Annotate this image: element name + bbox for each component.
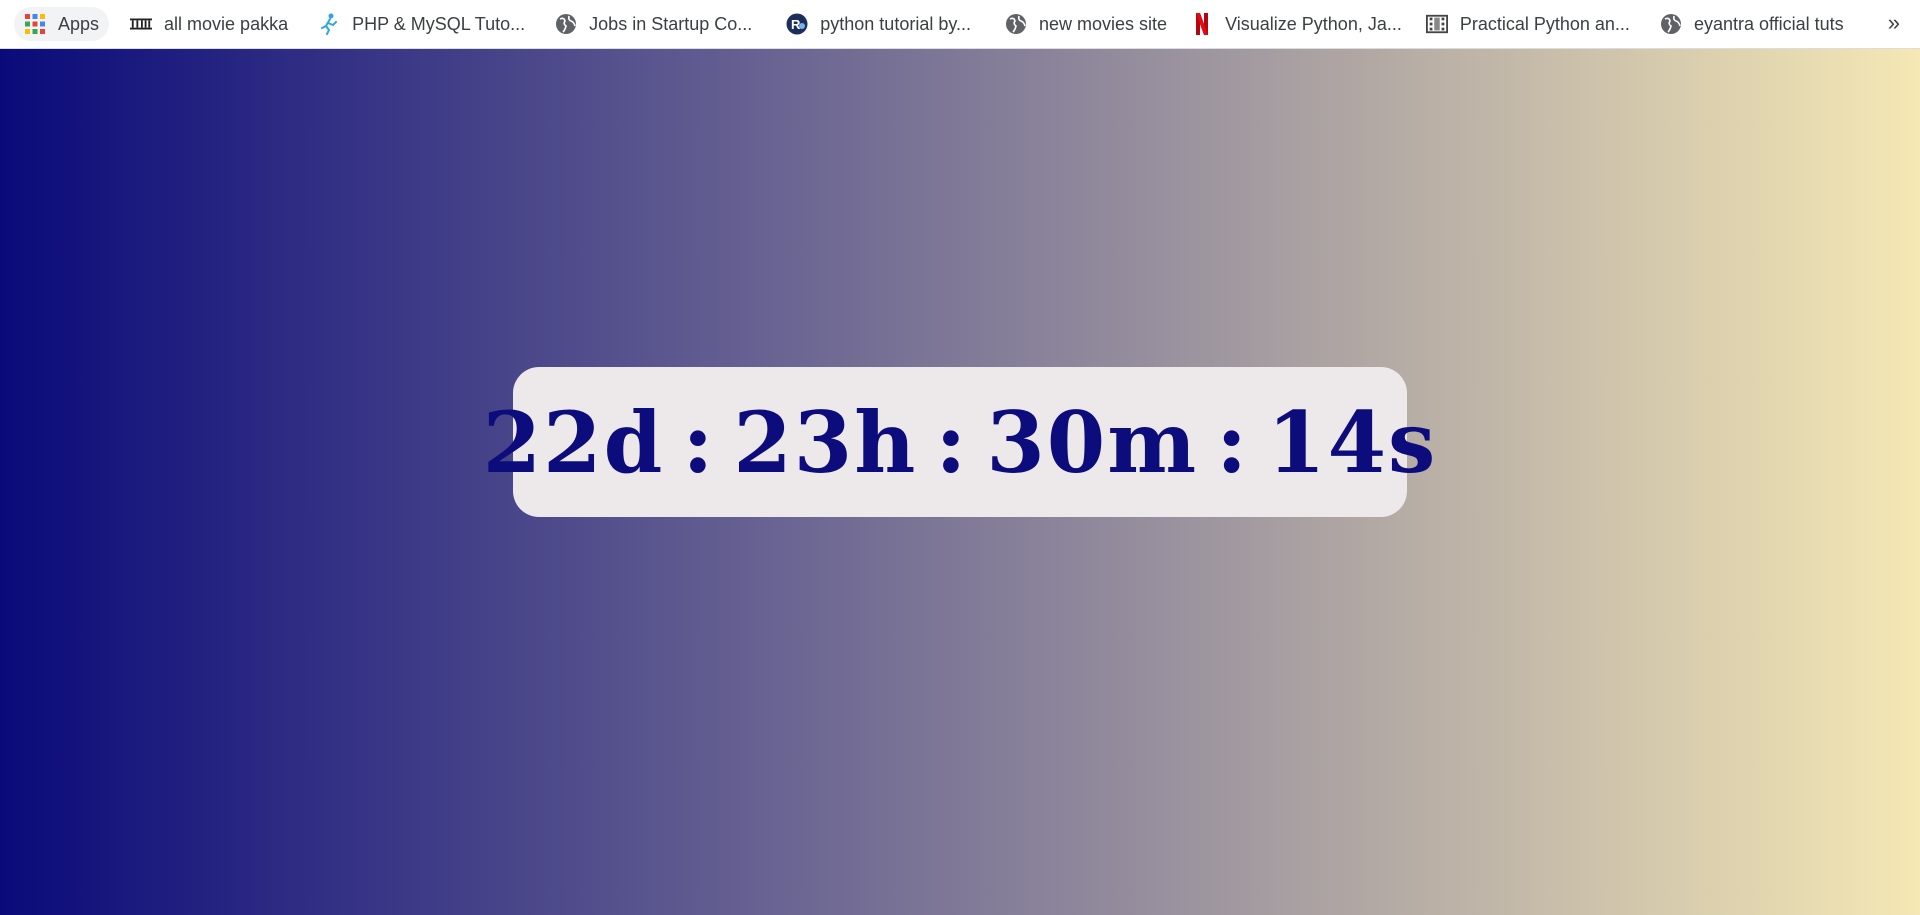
bookmarks-overflow-button[interactable]: » [1888, 8, 1900, 38]
bookmark-label: Jobs in Startup Co... [589, 13, 753, 34]
netflix-icon [1191, 13, 1213, 35]
bookmark-label: eyantra official tuts [1693, 13, 1844, 34]
globe-icon [555, 13, 577, 35]
countdown-separator: : [682, 392, 716, 492]
bookmark-eyantra-official[interactable]: eyantra official tuts [1651, 7, 1853, 41]
countdown-hours: 23h [733, 392, 918, 492]
runner-icon [318, 13, 340, 35]
bookmark-label: python tutorial by... [820, 13, 972, 34]
bookmarks-bar: Apps all movie pakka PHP & MySQL Tuto... [0, 0, 1920, 49]
apps-shortcut[interactable]: Apps [14, 7, 110, 41]
bookmark-visualize-python[interactable]: Visualize Python, Ja... [1182, 7, 1411, 41]
bookmark-all-movie-pakka[interactable]: all movie pakka [121, 7, 297, 41]
countdown-page: 22d : 23h : 30m : 14s [0, 49, 1920, 915]
bookmark-label: Visualize Python, Ja... [1225, 13, 1402, 34]
bookmark-label: Practical Python an... [1459, 13, 1630, 34]
film-reel-icon [1425, 13, 1448, 35]
bookmark-label: new movies site [1039, 13, 1168, 34]
bookmark-php-mysql-tutorial[interactable]: PHP & MySQL Tuto... [309, 7, 534, 41]
countdown-minutes: 30m [986, 392, 1199, 492]
r-logo-icon: R [786, 13, 808, 35]
countdown-days: 22d [482, 392, 665, 492]
globe-icon [1660, 13, 1682, 35]
countdown-card: 22d : 23h : 30m : 14s [483, 367, 1435, 517]
apps-grid-icon [24, 13, 46, 35]
movie-site-logo-icon [130, 13, 153, 35]
bookmark-python-tutorial[interactable]: R python tutorial by... [777, 7, 980, 41]
bookmark-label: PHP & MySQL Tuto... [352, 13, 526, 34]
bookmark-new-movies-site[interactable]: new movies site [996, 7, 1176, 41]
countdown-seconds: 14s [1267, 392, 1438, 492]
bookmark-label: all movie pakka [164, 13, 289, 34]
bookmark-practical-python[interactable]: Practical Python an... [1417, 7, 1639, 41]
bookmark-jobs-in-startup[interactable]: Jobs in Startup Co... [546, 7, 761, 41]
countdown-separator: : [1216, 392, 1250, 492]
globe-icon [1005, 13, 1027, 35]
countdown-separator: : [935, 392, 969, 492]
apps-label: Apps [58, 13, 100, 34]
